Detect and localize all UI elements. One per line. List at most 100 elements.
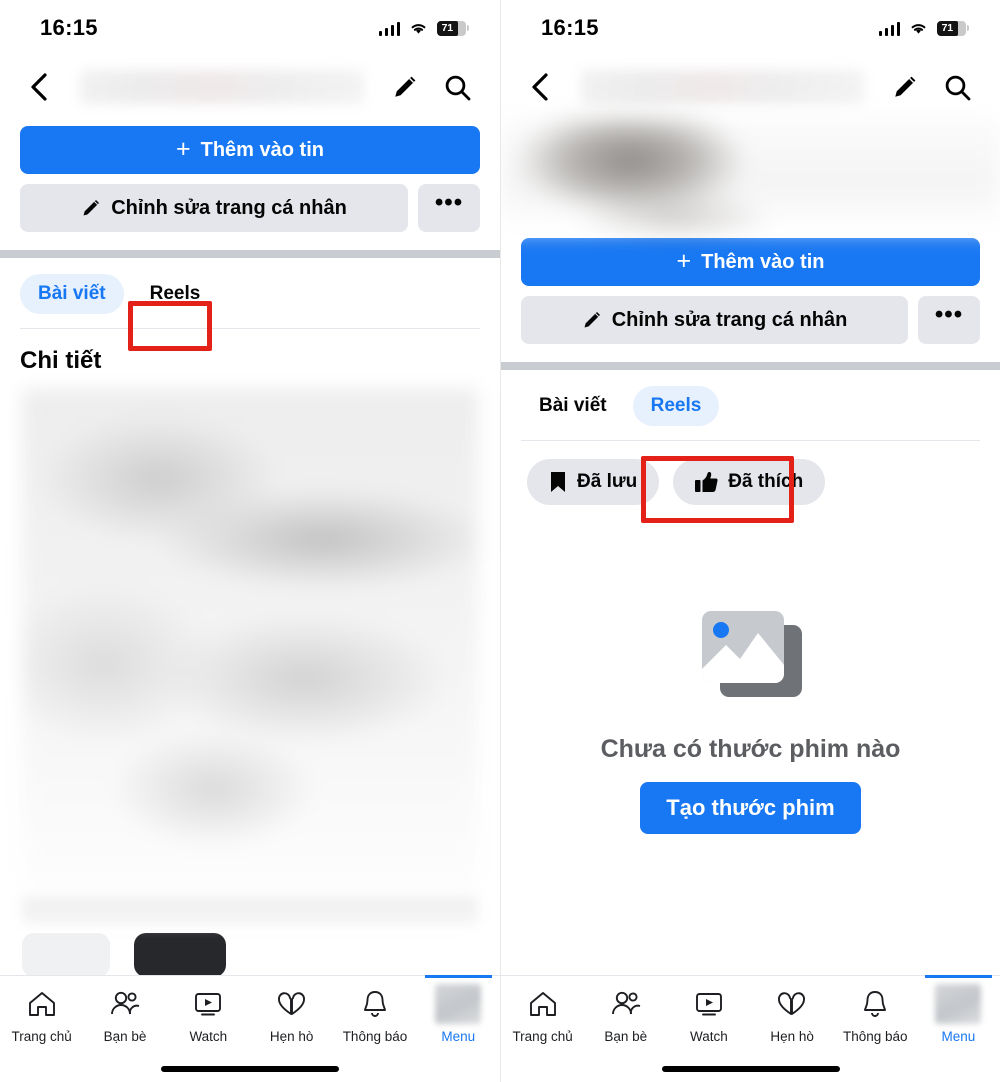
add-to-story-button[interactable]: + Thêm vào tin: [20, 126, 480, 174]
nav-label-watch: Watch: [690, 1029, 728, 1044]
screenshot-pair: 16:15 71 + Thêm vào tin Chỉnh sửa trang …: [0, 0, 1000, 1082]
search-button[interactable]: [436, 66, 478, 108]
status-time: 16:15: [40, 15, 98, 40]
edit-profile-label: Chỉnh sửa trang cá nhân: [611, 308, 848, 331]
right-phone-screen: 16:15 71 + Thêm vào tin Chỉnh sửa trang …: [500, 0, 1000, 1082]
nav-label-home: Trang chủ: [11, 1029, 72, 1044]
section-divider: [501, 362, 1000, 370]
battery-icon: 71: [437, 20, 469, 36]
wifi-icon: [411, 24, 426, 34]
secondary-action-row: Chỉnh sửa trang cá nhân •••: [521, 296, 980, 344]
left-phone-screen: 16:15 71 + Thêm vào tin Chỉnh sửa trang …: [0, 0, 500, 1082]
nav-item-dating[interactable]: Hẹn hò: [250, 984, 333, 1044]
app-header: [501, 56, 1000, 118]
battery-icon: 71: [937, 20, 969, 36]
thumbs-up-icon: [695, 471, 718, 492]
nav-item-home[interactable]: Trang chủ: [0, 984, 83, 1044]
profile-tabs: Bài viết Reels: [0, 258, 500, 328]
bell-icon: [360, 984, 390, 1024]
nav-item-menu[interactable]: Menu: [417, 975, 500, 1044]
dating-hearts-icon: [275, 984, 309, 1024]
nav-item-notifications[interactable]: Thông báo: [333, 984, 416, 1044]
nav-label-menu: Menu: [941, 1029, 976, 1044]
nav-label-watch: Watch: [189, 1029, 228, 1044]
avatar-menu-icon: [935, 984, 982, 1024]
nav-item-friends[interactable]: Bạn bè: [83, 984, 166, 1044]
profile-tabs: Bài viết Reels: [501, 370, 1000, 440]
redacted-bottom-cards: [0, 925, 500, 977]
plus-icon: +: [176, 134, 191, 163]
nav-label-notifications: Thông báo: [342, 1029, 408, 1044]
nav-label-home: Trang chủ: [512, 1029, 573, 1044]
nav-item-home[interactable]: Trang chủ: [501, 984, 584, 1044]
home-indicator: [161, 1066, 339, 1072]
watch-play-icon: [693, 984, 725, 1024]
details-section-title: Chi tiết: [20, 347, 102, 374]
filter-saved-label: Đã lưu: [577, 471, 638, 492]
bottom-nav-bar: Trang chủ Bạn bè Watch Hẹn hò Thông báo …: [501, 975, 1000, 1082]
more-options-button[interactable]: •••: [418, 184, 480, 232]
more-options-button[interactable]: •••: [918, 296, 980, 344]
battery-percent: 71: [941, 22, 953, 34]
pencil-icon: [895, 76, 916, 97]
search-icon: [445, 75, 470, 100]
nav-label-dating: Hẹn hò: [770, 1029, 814, 1044]
back-chevron-icon: [532, 73, 548, 101]
status-icons: 71: [378, 20, 469, 36]
status-icons: 71: [878, 20, 969, 36]
filter-saved-button[interactable]: Đã lưu: [527, 459, 660, 505]
edit-button[interactable]: [384, 66, 426, 108]
add-to-story-button[interactable]: + Thêm vào tin: [521, 238, 980, 286]
pencil-icon: [83, 200, 100, 216]
home-icon: [26, 984, 58, 1024]
watch-play-icon: [192, 984, 224, 1024]
back-button[interactable]: [18, 66, 60, 108]
nav-item-notifications[interactable]: Thông báo: [834, 984, 917, 1044]
nav-label-dating: Hẹn hò: [269, 1029, 314, 1044]
create-reel-button[interactable]: Tạo thước phim: [640, 782, 861, 834]
tab-posts[interactable]: Bài viết: [521, 386, 625, 426]
nav-label-menu: Menu: [441, 1029, 476, 1044]
cellular-signal-icon: [378, 21, 400, 36]
plus-icon: +: [676, 246, 692, 275]
empty-state-title: Chưa có thước phim nào: [600, 735, 901, 763]
photo-stack-placeholder-icon: [701, 611, 802, 697]
tab-posts[interactable]: Bài viết: [20, 274, 124, 314]
search-button[interactable]: [936, 66, 978, 108]
nav-item-watch[interactable]: Watch: [667, 984, 750, 1044]
secondary-action-row: Chỉnh sửa trang cá nhân •••: [20, 184, 480, 232]
profile-actions: + Thêm vào tin Chỉnh sửa trang cá nhân •…: [0, 118, 500, 232]
redacted-card-light: [22, 933, 110, 977]
reels-filter-row: Đã lưu Đã thích: [501, 441, 1000, 505]
back-button[interactable]: [519, 66, 561, 108]
redacted-content-strip: [22, 897, 478, 925]
tab-reels[interactable]: Reels: [632, 386, 720, 426]
nav-label-friends: Bạn bè: [103, 1029, 147, 1044]
nav-item-friends[interactable]: Bạn bè: [584, 984, 667, 1044]
friends-icon: [609, 984, 643, 1024]
redacted-card-dark: [134, 933, 226, 977]
nav-item-dating[interactable]: Hẹn hò: [751, 984, 834, 1044]
edit-button[interactable]: [884, 66, 926, 108]
tab-reels[interactable]: Reels: [132, 274, 219, 314]
nav-item-watch[interactable]: Watch: [167, 984, 250, 1044]
profile-name-redacted: [80, 70, 364, 104]
nav-label-friends: Bạn bè: [604, 1029, 648, 1044]
redacted-profile-header: [501, 118, 1000, 230]
add-to-story-label: Thêm vào tin: [200, 138, 324, 161]
dating-hearts-icon: [775, 984, 809, 1024]
nav-item-menu[interactable]: Menu: [917, 975, 1000, 1044]
cellular-signal-icon: [878, 21, 900, 36]
app-header: [0, 56, 500, 118]
status-bar: 16:15 71: [501, 0, 1000, 56]
back-chevron-icon: [31, 73, 47, 101]
nav-label-notifications: Thông báo: [842, 1029, 908, 1044]
edit-profile-button[interactable]: Chỉnh sửa trang cá nhân: [521, 296, 908, 344]
edit-profile-button[interactable]: Chỉnh sửa trang cá nhân: [20, 184, 408, 232]
pencil-icon: [395, 76, 416, 97]
bookmark-icon: [551, 472, 565, 492]
home-icon: [527, 984, 559, 1024]
filter-liked-button[interactable]: Đã thích: [673, 459, 826, 505]
reels-empty-state: Chưa có thước phim nào Tạo thước phim: [501, 505, 1000, 834]
add-to-story-label: Thêm vào tin: [701, 250, 825, 273]
